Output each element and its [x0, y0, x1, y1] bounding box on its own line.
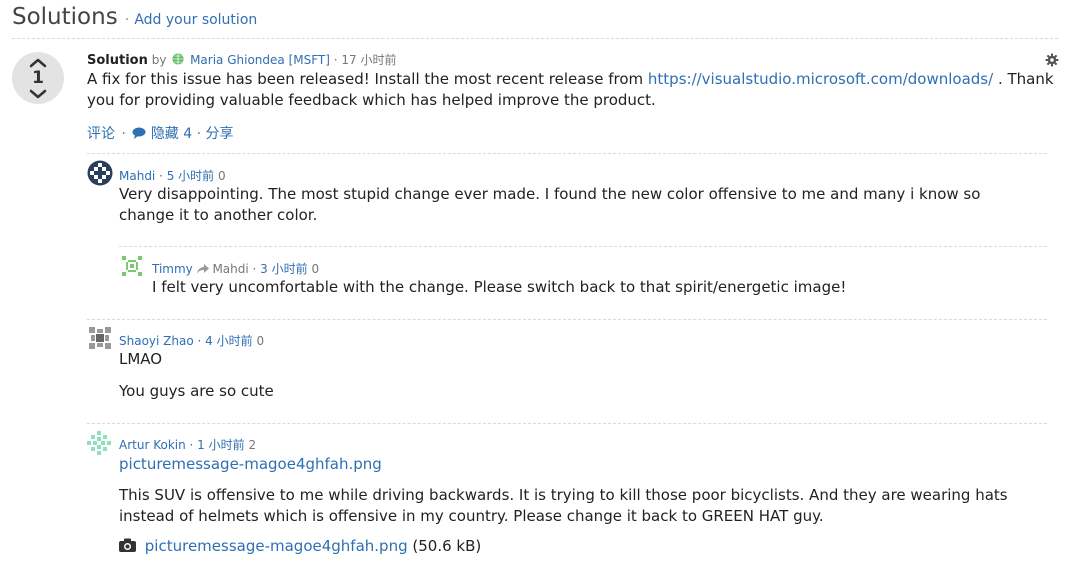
gear-icon[interactable] [1045, 53, 1059, 67]
page-header: Solutions · Add your solution [12, 4, 257, 30]
comment-link[interactable]: 评论 [87, 126, 115, 142]
avatar [87, 431, 111, 455]
comment-divider [119, 246, 1047, 247]
comment-divider [87, 423, 1047, 424]
like-count: 0 [311, 262, 320, 276]
solution-url-link[interactable]: https://visualstudio.microsoft.com/downl… [648, 70, 993, 88]
like-count: 2 [248, 438, 257, 452]
comment-text: I felt very uncomfortable with the chang… [152, 278, 847, 296]
avatar [87, 160, 113, 186]
comment-meta: Mahdi · 5 小时前 0 [119, 167, 226, 184]
share-link[interactable]: 分享 [206, 126, 234, 142]
reply-arrow-icon [196, 264, 209, 274]
comment-text: This SUV is offensive to me while drivin… [119, 486, 1008, 525]
comment-author-link[interactable]: Artur Kokin [119, 438, 186, 452]
comment-meta: Shaoyi Zhao · 4 小时前 0 [119, 332, 264, 349]
by-label: by [151, 53, 167, 67]
avatar [120, 254, 144, 278]
solution-time: · 17 小时前 [333, 53, 397, 67]
globe-icon [172, 53, 184, 65]
like-count: 0 [256, 334, 265, 348]
solution-author-link[interactable]: Maria Ghiondea [MSFT] [190, 53, 330, 67]
attachment-link[interactable]: picturemessage-magoe4ghfah.png [145, 537, 408, 555]
like-count: 0 [218, 169, 226, 183]
solution-text-before: A fix for this issue has been released! … [87, 70, 644, 88]
comment-time: · 1 小时前 [189, 438, 245, 452]
camera-icon [119, 538, 136, 552]
solution-text: A fix for this issue has been released! … [87, 69, 1067, 111]
comment-time: · 4 小时前 [197, 334, 253, 348]
comment-time: · 3 小时前 [252, 262, 308, 276]
comment-author-link[interactable]: Timmy [152, 262, 193, 276]
solution-actions: 评论 · 隐藏 4 · 分享 [87, 123, 234, 143]
comment-divider [87, 319, 1047, 320]
vote-count: 1 [32, 68, 44, 88]
header-divider [12, 38, 1058, 39]
page-title: Solutions [12, 4, 118, 30]
comment-text: Very disappointing. The most stupid chan… [119, 185, 981, 224]
speech-bubble-icon [132, 127, 146, 139]
vote-widget: 1 [12, 52, 64, 104]
header-separator: · [124, 12, 130, 28]
action-separator: · [121, 126, 126, 142]
comment-text: LMAO [119, 350, 163, 368]
comment-meta: Timmy Mahdi · 3 小时前 0 [152, 260, 319, 277]
comment-author-link[interactable]: Shaoyi Zhao [119, 334, 194, 348]
image-link[interactable]: picturemessage-magoe4ghfah.png [119, 454, 382, 475]
chevron-down-icon[interactable] [29, 89, 47, 99]
comment-text: You guys are so cute [119, 382, 274, 400]
attachment-size: (50.6 kB) [412, 537, 482, 555]
comment-meta: Artur Kokin · 1 小时前 2 [119, 436, 256, 453]
solution-meta: Solution by Maria Ghiondea [MSFT] · 17 小… [87, 51, 396, 68]
hide-comments-link[interactable]: 隐藏 4 [151, 126, 192, 142]
reply-to: Mahdi [212, 262, 249, 276]
comment-time: · 5 小时前 [159, 169, 215, 183]
add-solution-link[interactable]: Add your solution [134, 12, 257, 28]
avatar [89, 327, 111, 349]
chevron-up-icon[interactable] [29, 58, 47, 68]
actions-divider [87, 153, 1047, 154]
comment-author-link[interactable]: Mahdi [119, 169, 155, 183]
action-separator: · [196, 126, 202, 142]
attachment: picturemessage-magoe4ghfah.png (50.6 kB) [119, 537, 481, 555]
solution-label: Solution [87, 53, 148, 68]
